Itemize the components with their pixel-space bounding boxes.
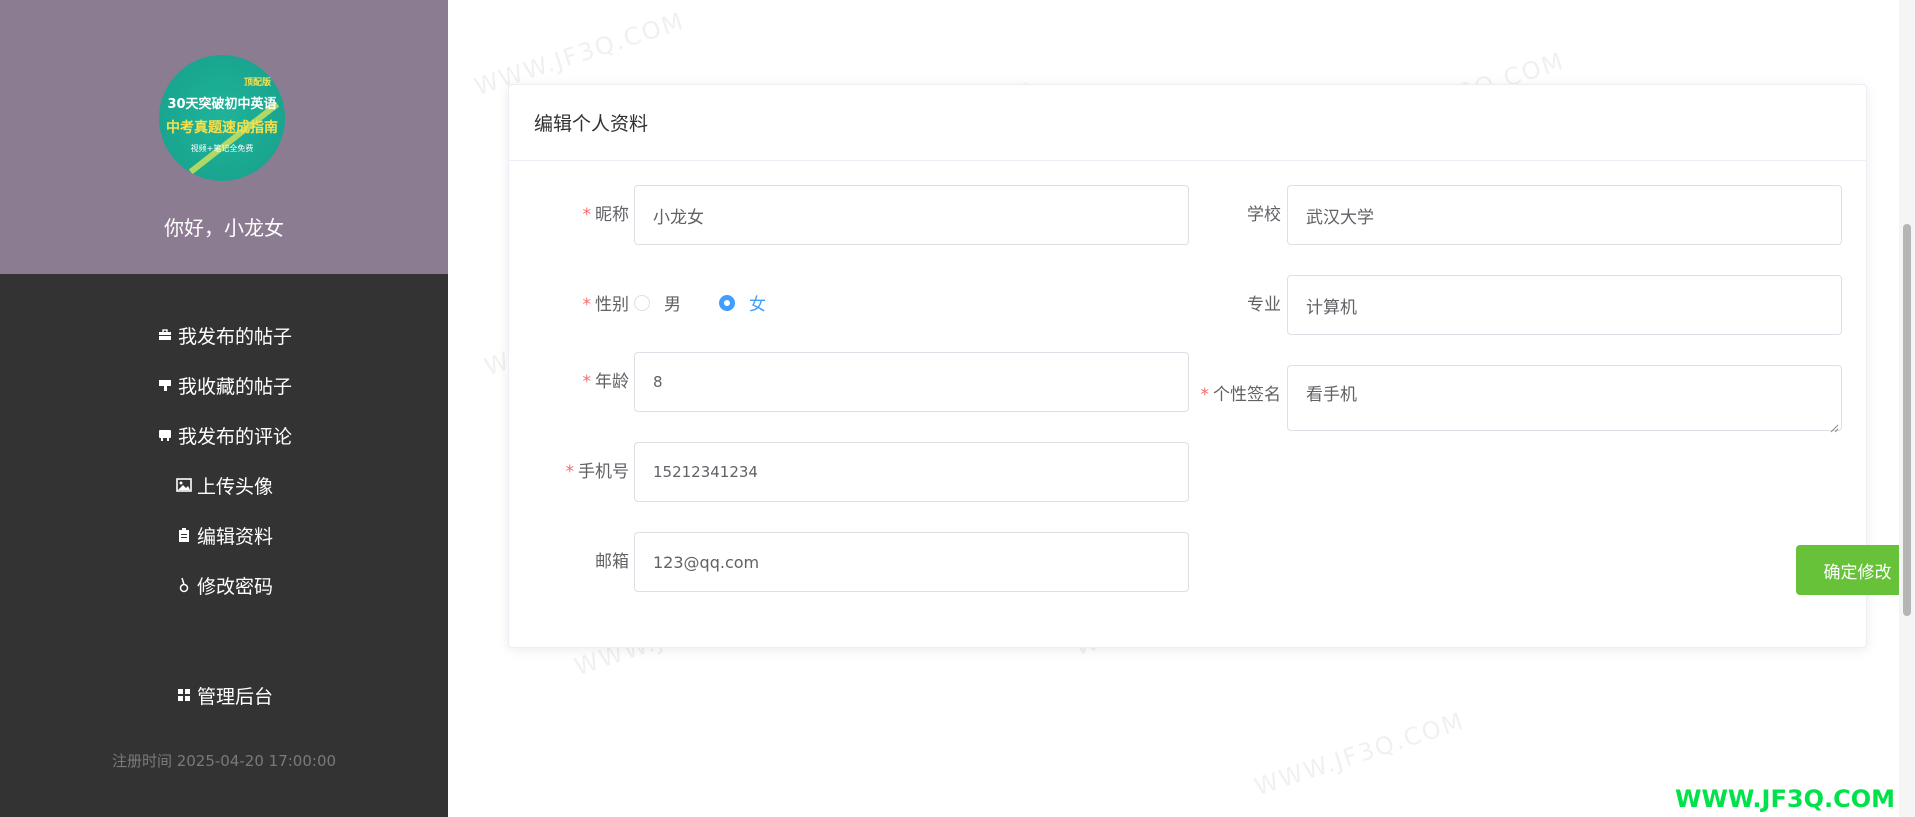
register-time: 注册时间 2025-04-20 17:00:00 — [111, 752, 337, 770]
school-label: 学校 — [1247, 205, 1281, 225]
major-field[interactable]: 计算机 — [1287, 275, 1842, 335]
avatar-decoration — [188, 101, 280, 175]
required-mark: * — [1200, 385, 1210, 405]
required-mark: * — [582, 295, 592, 315]
signature-label: * 个性签名 — [1161, 380, 1282, 405]
signature-text: 看手机 — [1306, 385, 1357, 405]
footer-watermark: WWW.JF3Q.COM — [1674, 785, 1895, 813]
bookmark-icon — [156, 376, 174, 394]
signature-textarea[interactable]: 看手机 — [1287, 365, 1842, 433]
sidebar-item-admin[interactable]: 管理后台 — [0, 670, 448, 720]
signature-label-text: 个性签名 — [1213, 385, 1281, 405]
phone-label-text: 手机号 — [578, 462, 629, 482]
sidebar-item-label: 我发布的帖子 — [177, 325, 292, 348]
profile-panel: 顶配版 30天突破初中英语 中考真题速成指南 视频+笔记全免费 你好，小龙女 — [0, 0, 448, 274]
sidebar-item-my-comments[interactable]: 我发布的评论 — [0, 410, 448, 460]
sidebar-menu: 我发布的帖子 我收藏的帖子 我发布的评论 上传头像 编辑资料 修改密码 管理后台 — [0, 310, 448, 720]
sidebar-item-label: 我收藏的帖子 — [177, 375, 292, 398]
gender-radio-male[interactable]: 男 — [634, 290, 681, 315]
avatar-text-line: 中考真题速成指南 — [166, 120, 278, 136]
email-label: 邮箱 — [595, 552, 629, 572]
scrollbar-thumb[interactable] — [1903, 224, 1911, 616]
image-icon — [175, 476, 193, 494]
greeting: 你好，小龙女 — [164, 216, 284, 240]
sidebar: 顶配版 30天突破初中英语 中考真题速成指南 视频+笔记全免费 你好，小龙女 我… — [0, 0, 448, 817]
gender-radio-female[interactable]: 女 — [719, 290, 766, 315]
avatar-text-line: 视频+笔记全免费 — [190, 144, 254, 153]
school-field[interactable]: 武汉大学 — [1287, 185, 1842, 245]
sidebar-item-edit-profile[interactable]: 编辑资料 — [0, 510, 448, 560]
required-mark: * — [565, 462, 575, 482]
email-field[interactable]: 123@qq.com — [634, 532, 1189, 592]
radio-circle-checked — [719, 294, 735, 311]
watermark-text: WWW.JF3Q.COM — [1251, 706, 1469, 802]
key-icon — [175, 576, 193, 594]
sidebar-item-my-favorites[interactable]: 我收藏的帖子 — [0, 360, 448, 410]
gender-label-text: 性别 — [595, 295, 629, 315]
sidebar-item-my-posts[interactable]: 我发布的帖子 — [0, 310, 448, 360]
major-label: 专业 — [1247, 295, 1281, 315]
nickname-label-text: 昵称 — [595, 205, 629, 225]
comment-icon — [156, 426, 174, 444]
edit-profile-card: 编辑个人资料 * 昵称 小龙女 * 性别 男 女 * 年龄 8 * 手机号 152123… — [508, 84, 1915, 648]
nickname-field[interactable]: 小龙女 — [634, 185, 1189, 245]
radio-label: 女 — [749, 295, 766, 315]
submit-button[interactable]: 确定修改 — [1796, 545, 1915, 595]
clipboard-icon — [175, 526, 193, 544]
grid-icon — [175, 686, 193, 704]
resize-handle-icon[interactable] — [1829, 418, 1839, 433]
avatar-text-line: 30天突破初中英语 — [167, 97, 277, 112]
avatar: 顶配版 30天突破初中英语 中考真题速成指南 视频+笔记全免费 — [159, 55, 285, 181]
sidebar-item-label: 管理后台 — [196, 685, 273, 708]
sidebar-item-label: 我发布的评论 — [177, 425, 292, 448]
radio-label: 男 — [664, 295, 681, 315]
sidebar-item-label: 上传头像 — [196, 475, 273, 498]
briefcase-icon — [156, 326, 174, 344]
sidebar-item-label: 修改密码 — [196, 575, 273, 598]
sidebar-item-upload-avatar[interactable]: 上传头像 — [0, 460, 448, 510]
phone-label: * 手机号 — [509, 457, 630, 482]
card-title: 编辑个人资料 — [509, 85, 1866, 161]
age-field[interactable]: 8 — [634, 352, 1189, 412]
phone-field[interactable]: 15212341234 — [634, 442, 1189, 502]
sidebar-item-label: 编辑资料 — [196, 525, 273, 548]
sidebar-item-change-password[interactable]: 修改密码 — [0, 560, 448, 610]
required-mark: * — [582, 205, 592, 225]
nickname-label: * 昵称 — [509, 200, 630, 225]
age-label-text: 年龄 — [595, 372, 629, 392]
gender-label: * 性别 — [509, 290, 630, 315]
avatar-tag: 顶配版 — [243, 78, 271, 88]
required-mark: * — [582, 372, 592, 392]
radio-circle — [634, 294, 650, 311]
scrollbar[interactable] — [1899, 0, 1915, 817]
age-label: * 年龄 — [509, 367, 630, 392]
